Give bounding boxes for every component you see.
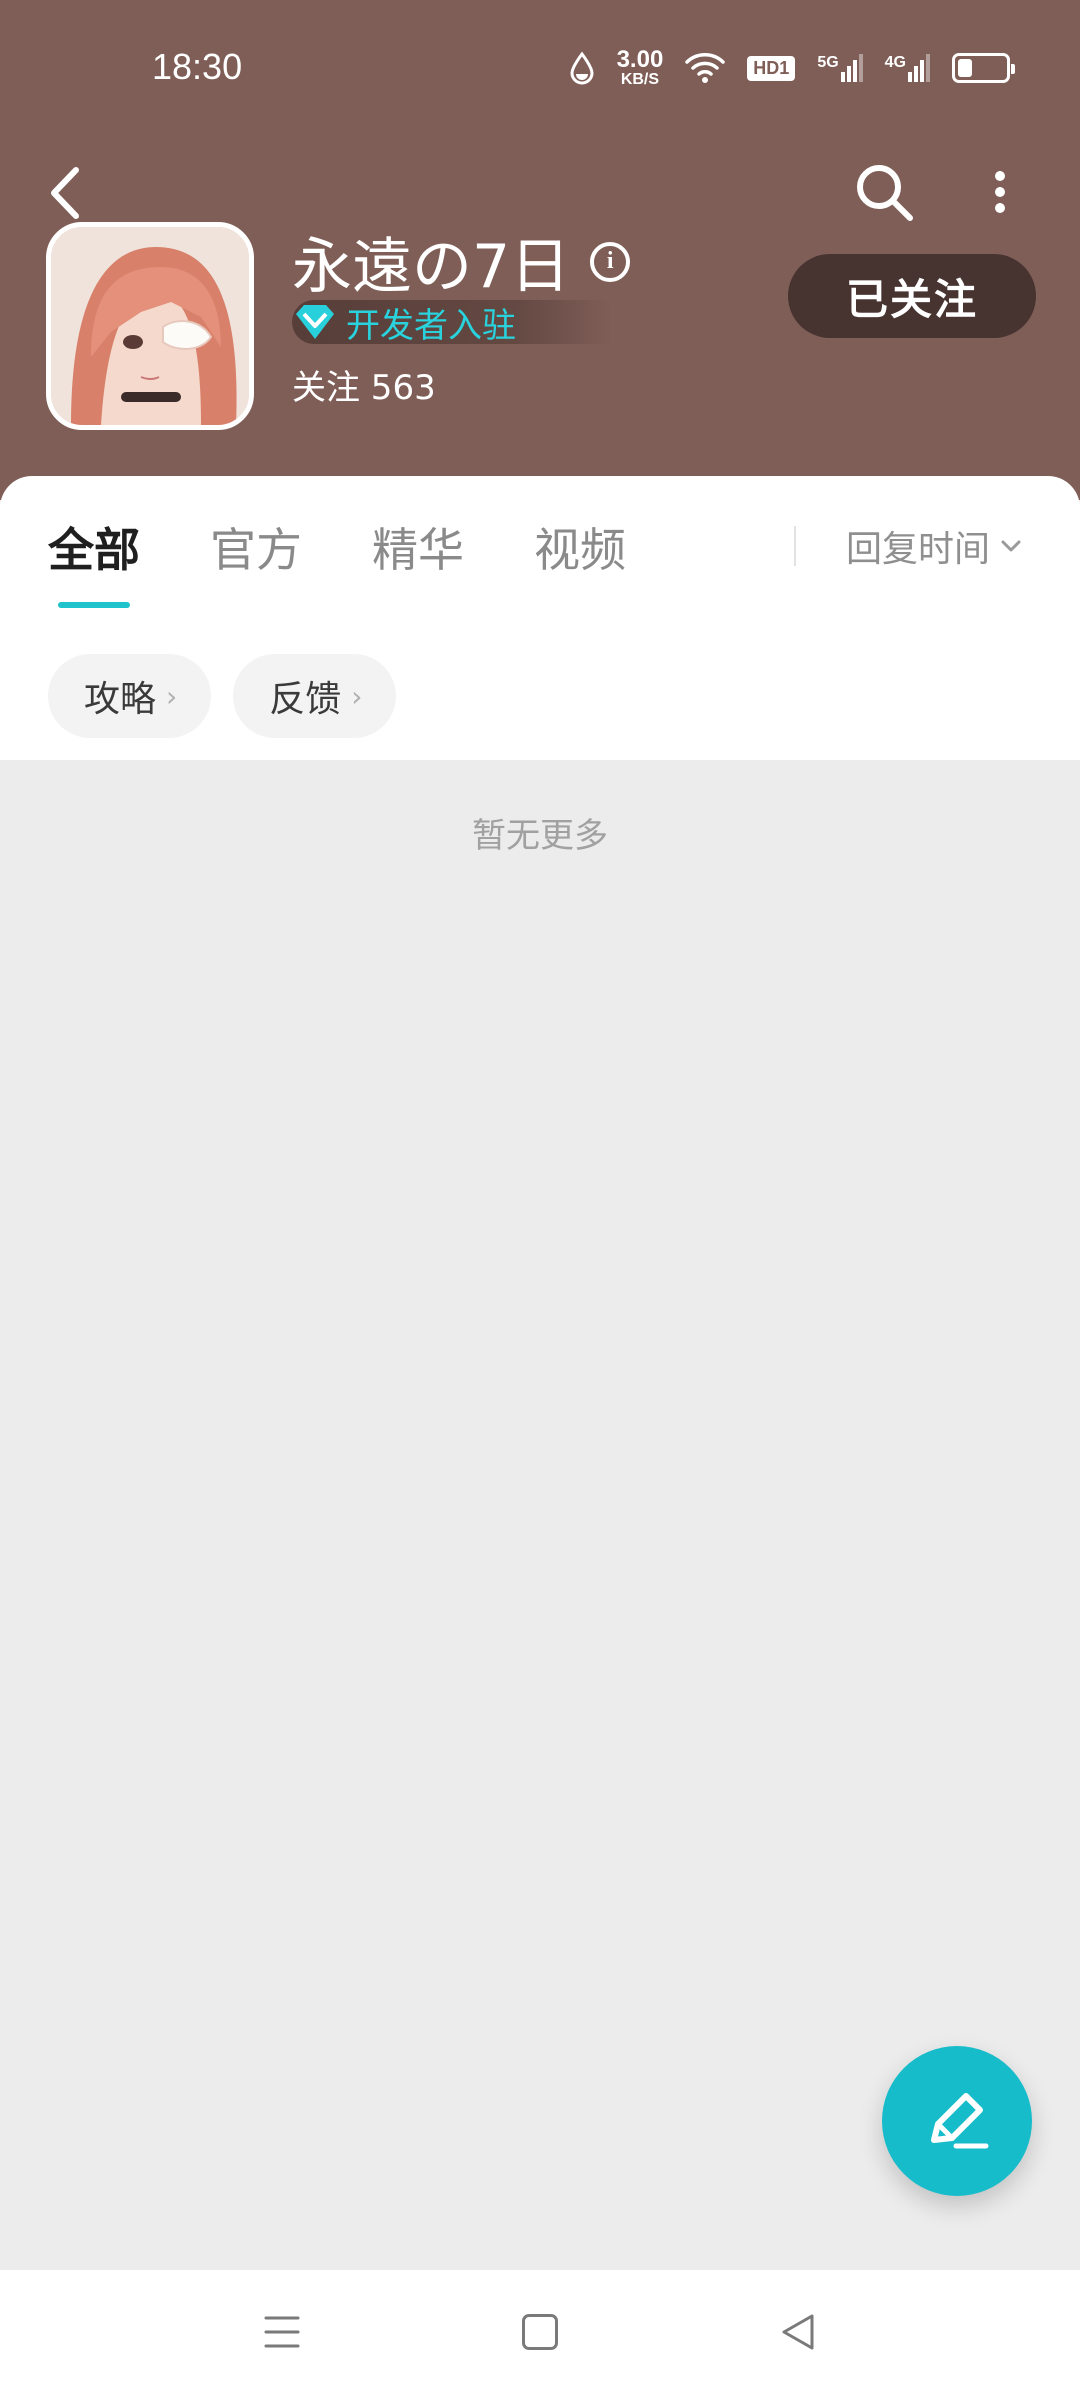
drop-icon	[570, 51, 594, 85]
chip-feedback[interactable]: 反馈 ›	[233, 654, 397, 738]
content-panel: 全部 官方 精华 视频 回复时间 攻略 › 反馈 ›	[0, 476, 1080, 760]
follow-count: 关注 563	[292, 368, 436, 408]
tab-featured[interactable]: 精华	[372, 514, 464, 580]
status-icons: 3.00 KB/S HD1 5G 4G	[569, 48, 1015, 88]
chevron-right-icon: ›	[166, 679, 178, 713]
signal-5g-icon: 5G	[817, 54, 863, 82]
speed-unit: KB/S	[620, 71, 660, 88]
tab-bar: 全部 官方 精华 视频	[48, 514, 626, 580]
search-icon[interactable]	[852, 160, 916, 224]
chevron-right-icon: ›	[351, 679, 363, 713]
chevron-down-icon	[1001, 540, 1021, 552]
network-speed: 3.00 KB/S	[617, 48, 664, 88]
compose-button[interactable]	[882, 2046, 1032, 2196]
empty-state-text: 暂无更多	[472, 816, 608, 856]
signal-4g-icon: 4G	[885, 54, 930, 82]
active-tab-indicator	[58, 602, 130, 608]
home-icon[interactable]	[522, 2314, 558, 2350]
header: 18:30 3.00 KB/S HD1 5G 4G 永遠の7日 i 开发者入驻 …	[0, 0, 1080, 500]
system-nav-bar	[0, 2270, 1080, 2400]
more-icon[interactable]	[978, 160, 1022, 224]
info-icon[interactable]: i	[590, 241, 631, 282]
hd-badge: HD1	[747, 55, 796, 81]
pen-icon	[931, 2093, 989, 2149]
followed-button[interactable]: 已关注	[788, 254, 1036, 338]
game-title: 永遠の7日	[292, 232, 571, 302]
sort-divider	[794, 526, 796, 566]
game-avatar[interactable]	[46, 222, 254, 430]
avatar-illustration	[51, 227, 249, 425]
tab-all[interactable]: 全部	[48, 514, 140, 580]
menu-icon[interactable]	[262, 2310, 302, 2354]
diamond-icon	[296, 305, 334, 339]
sort-label: 回复时间	[846, 529, 991, 570]
chip-guides[interactable]: 攻略 ›	[48, 654, 212, 738]
status-bar: 18:30 3.00 KB/S HD1 5G 4G	[0, 0, 1080, 140]
developer-badge-label: 开发者入驻	[346, 305, 516, 346]
back-icon[interactable]	[40, 160, 90, 226]
battery-icon	[952, 53, 1015, 83]
net-label-4g: 4G	[884, 54, 906, 71]
nav-back-icon[interactable]	[778, 2310, 818, 2354]
sort-dropdown[interactable]: 回复时间	[846, 520, 1022, 572]
title-row: 永遠の7日 i	[292, 218, 631, 305]
tab-official[interactable]: 官方	[210, 514, 302, 580]
speed-value: 3.00	[616, 46, 664, 73]
wifi-icon	[685, 53, 726, 83]
developer-badge: 开发者入驻	[292, 300, 612, 346]
tab-video[interactable]: 视频	[534, 514, 626, 580]
category-chips: 攻略 › 反馈 ›	[48, 654, 397, 738]
chip-guides-label: 攻略	[84, 679, 157, 720]
net-label-5g: 5G	[817, 54, 839, 71]
chip-feedback-label: 反馈	[269, 679, 342, 720]
status-time: 18:30	[152, 46, 243, 87]
